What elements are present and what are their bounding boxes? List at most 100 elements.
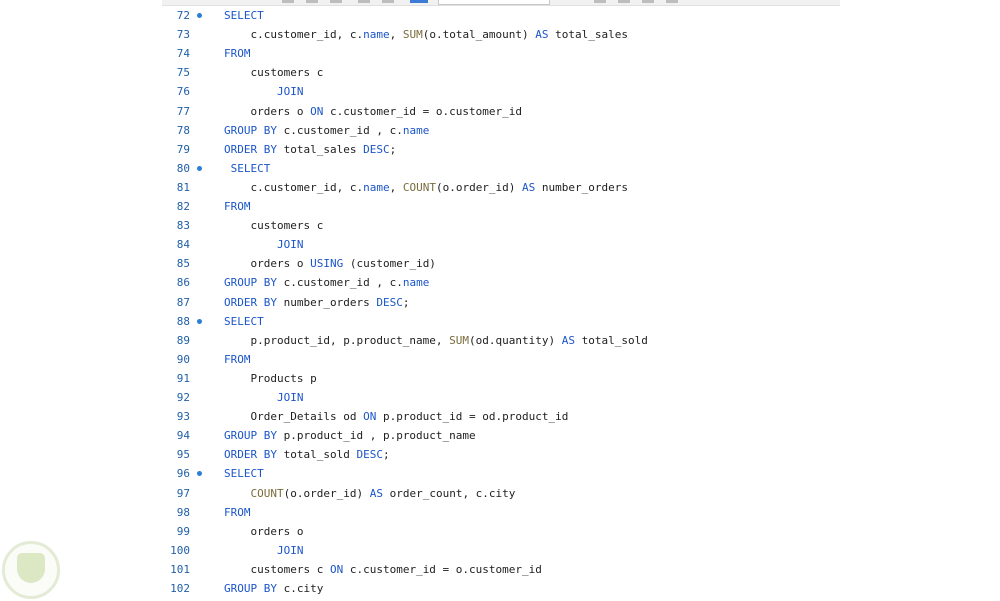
code-text: customers c xyxy=(224,216,323,235)
fold-marker-icon[interactable] xyxy=(197,13,202,18)
code-line[interactable]: 86 GROUP BY c.customer_id , c.name xyxy=(162,273,840,292)
code-line[interactable]: 100 JOIN xyxy=(162,541,840,560)
line-number: 101 xyxy=(170,562,190,576)
toolbar-icon[interactable] xyxy=(306,0,318,3)
sql-keyword: SELECT xyxy=(224,314,264,328)
sql-function: COUNT xyxy=(250,486,284,500)
sql-keyword: JOIN xyxy=(276,543,304,557)
code-line[interactable]: 80 SELECT xyxy=(162,159,840,178)
toolbar-search-field[interactable] xyxy=(438,0,550,5)
fold-marker-icon[interactable] xyxy=(197,471,202,477)
sql-text: ; xyxy=(382,448,390,462)
sql-keyword: SELECT xyxy=(224,9,264,22)
sql-editor[interactable]: 72 SELECT 73 c.customer_id, c.name, SUM(o.… xyxy=(162,6,840,601)
shield-icon xyxy=(17,553,45,583)
code-line[interactable]: 94 GROUP BY p.product_id , p.product_name xyxy=(162,426,840,445)
line-number: 93 xyxy=(176,410,190,424)
code-line[interactable]: 101 customers c ON c.customer_id = o.cus… xyxy=(162,560,840,579)
code-line[interactable]: 91 Products p xyxy=(162,369,840,388)
code-line[interactable]: 92 JOIN xyxy=(162,388,840,407)
code-line[interactable]: 99 orders o xyxy=(162,522,840,541)
code-text: SELECT xyxy=(224,159,271,178)
toolbar-active-icon[interactable] xyxy=(410,0,428,3)
line-number: 79 xyxy=(176,142,190,156)
sql-text: ; xyxy=(402,295,410,309)
code-line[interactable]: 73 c.customer_id, c.name, SUM(o.total_am… xyxy=(162,25,840,44)
code-line[interactable]: 89 p.product_id, p.product_name, SUM(od.… xyxy=(162,331,840,350)
sql-text: orders o xyxy=(224,524,304,538)
sql-keyword: AS xyxy=(522,180,536,194)
code-text: JOIN xyxy=(224,82,304,101)
code-line[interactable]: 84 JOIN xyxy=(162,235,840,254)
code-line[interactable]: 72 SELECT xyxy=(162,6,840,25)
line-number: 88 xyxy=(176,314,190,328)
line-number: 92 xyxy=(176,391,190,404)
code-text: SELECT xyxy=(224,6,264,25)
sql-text: total_sold xyxy=(575,333,648,347)
toolbar-icon[interactable] xyxy=(618,0,630,3)
code-line[interactable]: 98 FROM xyxy=(162,503,840,522)
code-line[interactable]: 87 ORDER BY number_orders DESC; xyxy=(162,293,840,312)
toolbar-icon[interactable] xyxy=(594,0,606,3)
toolbar-icon[interactable] xyxy=(282,0,294,3)
sql-keyword: name xyxy=(363,180,390,194)
line-number: 94 xyxy=(176,429,190,443)
sql-keyword: SELECT xyxy=(224,467,264,481)
code-line[interactable]: 90 FROM xyxy=(162,350,840,369)
code-text: JOIN xyxy=(224,235,304,254)
line-number: 84 xyxy=(176,238,190,252)
code-text: JOIN xyxy=(224,388,304,407)
code-line[interactable]: 81 c.customer_id, c.name, COUNT(o.order_… xyxy=(162,178,840,197)
code-text: COUNT(o.order_id) AS order_count, c.city xyxy=(224,484,516,503)
sql-keyword: name xyxy=(402,276,430,290)
code-line[interactable]: 102 GROUP BY c.city xyxy=(162,579,840,598)
code-text: Order_Details od ON p.product_id = od.pr… xyxy=(224,407,568,426)
code-line[interactable]: 78 GROUP BY c.customer_id , c.name xyxy=(162,121,840,140)
code-line[interactable]: 75 customers c xyxy=(162,63,840,82)
code-line[interactable]: 93 Order_Details od ON p.product_id = od… xyxy=(162,407,840,426)
code-line[interactable]: 96 SELECT xyxy=(162,464,840,483)
code-text: p.product_id, p.product_name, SUM(od.qua… xyxy=(224,331,648,350)
toolbar-icon[interactable] xyxy=(358,0,370,3)
code-line[interactable]: 79 ORDER BY total_sales DESC; xyxy=(162,140,840,159)
toolbar-icon[interactable] xyxy=(666,0,678,3)
sql-keyword: DESC xyxy=(363,142,390,156)
line-number: 81 xyxy=(176,180,190,194)
line-number: 74 xyxy=(176,47,190,61)
sql-keyword: USING xyxy=(310,257,344,271)
fold-marker-icon[interactable] xyxy=(197,318,202,324)
sql-keyword: JOIN xyxy=(276,238,304,252)
code-line[interactable]: 97 COUNT(o.order_id) AS order_count, c.c… xyxy=(162,484,840,503)
code-line[interactable]: 88 SELECT xyxy=(162,312,840,331)
line-number: 90 xyxy=(176,352,190,366)
sql-keyword: ON xyxy=(329,562,344,576)
sql-text: ; xyxy=(389,142,397,156)
sql-text: , xyxy=(389,28,403,42)
code-line[interactable]: 95 ORDER BY total_sold DESC; xyxy=(162,445,840,464)
sql-text: p.product_id = od.product_id xyxy=(376,410,569,424)
line-number: 97 xyxy=(176,486,190,500)
code-line[interactable]: 82 FROM xyxy=(162,197,840,216)
line-number: 91 xyxy=(176,371,190,385)
fold-marker-icon[interactable] xyxy=(197,165,202,171)
sql-text: p.product_id, p.product_name, xyxy=(224,333,450,347)
sql-text: number_orders xyxy=(276,295,377,309)
code-line[interactable]: 74 FROM xyxy=(162,44,840,63)
toolbar-icon[interactable] xyxy=(642,0,654,3)
line-number: 73 xyxy=(176,28,190,42)
sql-text: c.customer_id = o.customer_id xyxy=(343,562,542,576)
sql-text: customers c xyxy=(224,66,324,80)
toolbar-icon[interactable] xyxy=(382,0,394,3)
sql-keyword: ON xyxy=(310,104,324,118)
toolbar-icon[interactable] xyxy=(330,0,342,3)
line-number: 77 xyxy=(176,104,190,118)
code-line[interactable]: 83 customers c xyxy=(162,216,840,235)
line-number: 95 xyxy=(176,448,190,462)
code-line[interactable]: 76 JOIN xyxy=(162,82,840,101)
code-line[interactable]: 77 orders o ON c.customer_id = o.custome… xyxy=(162,102,840,121)
code-line[interactable]: 85 orders o USING (customer_id) xyxy=(162,254,840,273)
sql-keyword: JOIN xyxy=(276,85,304,99)
sql-function: SUM xyxy=(449,333,470,347)
